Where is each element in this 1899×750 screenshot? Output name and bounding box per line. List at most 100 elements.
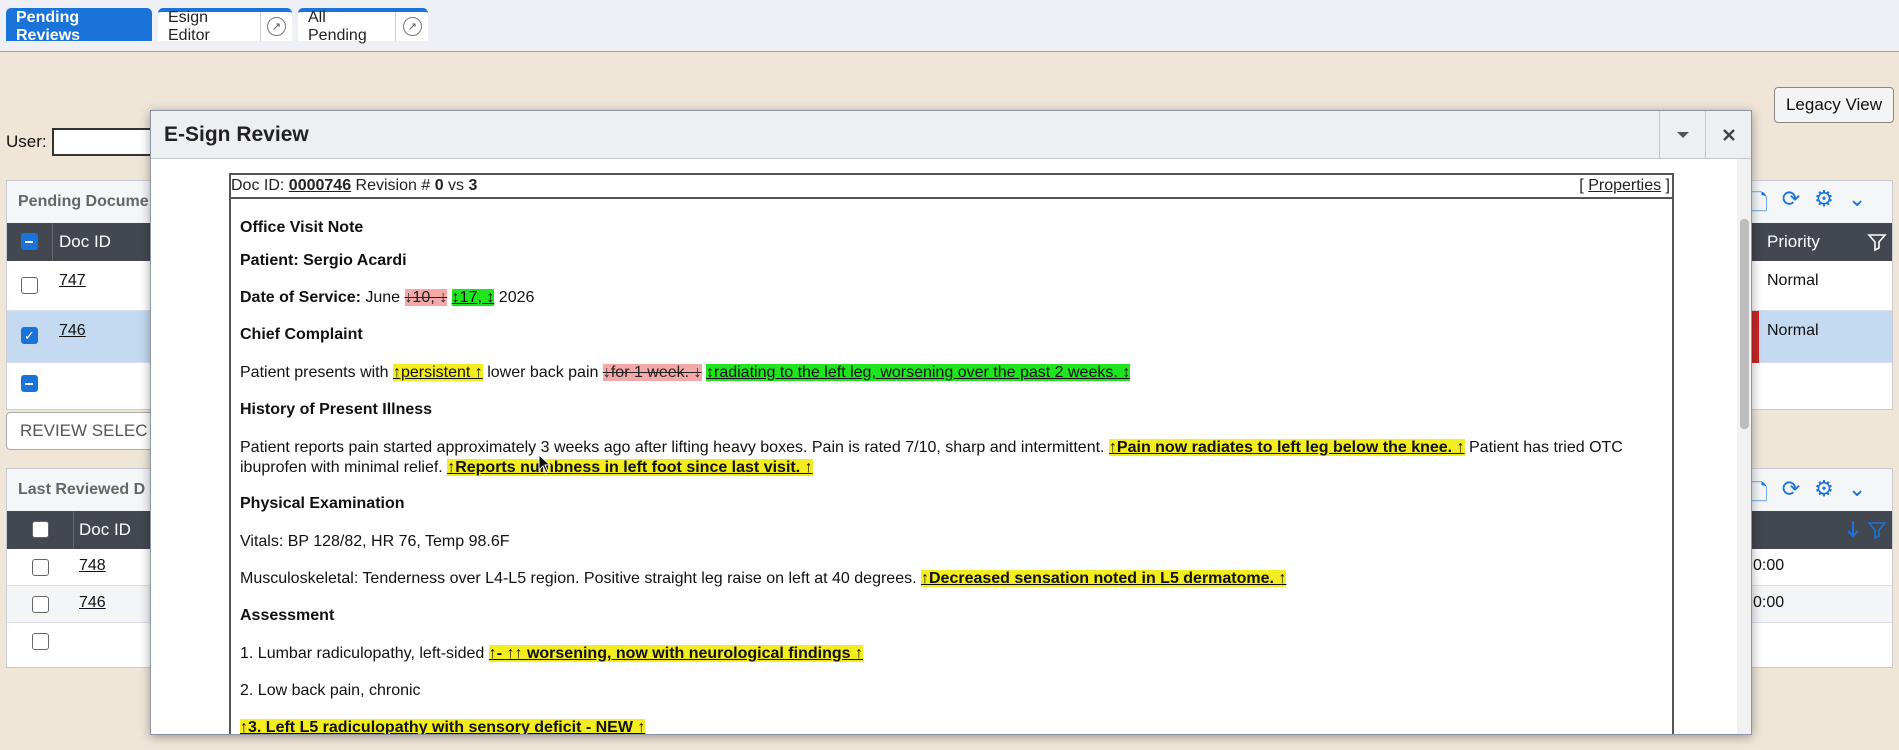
- filter-icon[interactable]: [1867, 232, 1887, 257]
- assessment-item-2: 2. Low back pain, chronic: [240, 682, 421, 699]
- properties-group: [ Properties ]: [1579, 177, 1670, 195]
- tab-label: Esign Editor: [168, 8, 210, 44]
- modified-text: ↑Reports numbness in left foot since las…: [447, 459, 813, 476]
- col-priority[interactable]: Priority: [1767, 232, 1820, 252]
- doc-id-link[interactable]: 748: [79, 557, 106, 575]
- chevron-down-icon[interactable]: ⌄: [1848, 186, 1866, 224]
- note-title: Office Visit Note: [240, 219, 364, 236]
- priority-value: Normal: [1767, 322, 1819, 339]
- doc-id-prefix: Doc ID:: [231, 177, 289, 194]
- collapse-button[interactable]: [1659, 111, 1705, 159]
- vs-label: vs: [443, 177, 469, 194]
- modified-text: ↑- ↑: [488, 645, 515, 662]
- close-icon: [1722, 129, 1735, 141]
- user-label: User:: [6, 132, 47, 151]
- modal-header: E-Sign Review: [151, 111, 1751, 159]
- doc-id-value: 0000746: [288, 177, 352, 194]
- footer-checkbox[interactable]: [21, 375, 38, 392]
- mouse-cursor-icon: [538, 454, 552, 474]
- legacy-view-button[interactable]: Legacy View: [1774, 87, 1894, 123]
- text: Patient presents with: [240, 364, 393, 381]
- modified-text: ↑3. Left L5 radiculopathy with sensory d…: [240, 719, 646, 734]
- footer-checkbox[interactable]: [32, 633, 49, 650]
- doc-id-link[interactable]: 747: [59, 272, 86, 290]
- section-heading: Physical Examination: [240, 495, 405, 512]
- section-heading: Assessment: [240, 607, 335, 624]
- text: lower back pain: [482, 364, 603, 381]
- modal-title: E-Sign Review: [164, 122, 309, 146]
- properties-link[interactable]: Properties: [1588, 177, 1661, 194]
- dos-text: June: [360, 289, 405, 306]
- refresh-icon[interactable]: ⟳: [1782, 186, 1800, 224]
- popout-button[interactable]: ↗: [259, 12, 292, 41]
- time-value: 0:00: [1753, 557, 1785, 574]
- popout-icon: ↗: [402, 17, 422, 36]
- chief-complaint-text: Patient presents with ↑persistent ↑ lowe…: [240, 364, 1131, 382]
- modified-text: ↑persistent ↑: [392, 364, 483, 381]
- vitals-text: Vitals: BP 128/82, HR 76, Temp 98.6F: [240, 533, 510, 550]
- text: Musculoskeletal: Tenderness over L4-L5 r…: [240, 570, 921, 587]
- reviewed-toolbar: 🗋 ⟳ ⚙ ⌄: [1750, 476, 1866, 514]
- select-all-checkbox[interactable]: [21, 233, 38, 250]
- section-heading: Chief Complaint: [240, 326, 363, 343]
- refresh-icon[interactable]: ⟳: [1782, 476, 1800, 514]
- doc-id-link[interactable]: 746: [79, 594, 106, 612]
- doc-id-link[interactable]: 746: [59, 322, 86, 340]
- scrollbar[interactable]: [1737, 159, 1751, 734]
- review-selected-button[interactable]: REVIEW SELEC: [6, 412, 156, 450]
- deleted-text: ↓10, ↓: [404, 289, 448, 306]
- patient-name: Patient: Sergio Acardi: [240, 252, 407, 269]
- time-value: 0:00: [1753, 594, 1785, 611]
- hpi-text: Patient reports pain started approximate…: [240, 438, 1665, 478]
- popout-button[interactable]: ↗: [395, 12, 428, 41]
- revision-a: 0: [434, 177, 444, 194]
- inserted-text: ↕17, ↕: [451, 289, 495, 306]
- modified-text: ↑ worsening, now with neurological findi…: [514, 645, 863, 662]
- select-all-checkbox[interactable]: [32, 521, 49, 538]
- doc-header: Doc ID: 0000746 Revision # 0 vs 3 [ Prop…: [231, 175, 1672, 199]
- scrollbar-thumb[interactable]: [1740, 219, 1749, 429]
- tab-label: All Pending: [308, 8, 367, 44]
- dos-label: Date of Service:: [240, 289, 361, 306]
- gear-icon[interactable]: ⚙: [1814, 186, 1834, 224]
- inserted-text: ↕radiating to the left leg, worsening ov…: [706, 364, 1131, 381]
- tab-esign-editor[interactable]: Esign Editor ↗: [158, 8, 292, 44]
- priority-value: Normal: [1767, 272, 1819, 289]
- modified-text: ↑Decreased sensation noted in L5 dermato…: [920, 570, 1287, 587]
- date-of-service: Date of Service: June ↓10, ↓ ↕17, ↕ 2026: [240, 289, 534, 307]
- tab-all-pending[interactable]: All Pending ↗: [298, 8, 428, 44]
- filter-icon[interactable]: [1867, 520, 1887, 545]
- tab-bar: Pending Reviews Esign Editor ↗ All Pendi…: [0, 0, 1899, 52]
- export-icon[interactable]: 🗋: [1750, 186, 1768, 224]
- col-doc-id[interactable]: Doc ID: [59, 232, 111, 252]
- tab-pending-reviews[interactable]: Pending Reviews: [6, 8, 152, 44]
- gear-icon[interactable]: ⚙: [1814, 476, 1834, 514]
- row-checkbox[interactable]: [32, 559, 49, 576]
- section-heading: History of Present Illness: [240, 401, 433, 418]
- modal-body: Doc ID: 0000746 Revision # 0 vs 3 [ Prop…: [151, 159, 1751, 734]
- revision-b: 3: [468, 177, 478, 194]
- row-checkbox[interactable]: ✓: [21, 327, 38, 344]
- document-frame: Doc ID: 0000746 Revision # 0 vs 3 [ Prop…: [229, 173, 1674, 734]
- caret-down-icon: [1676, 132, 1689, 138]
- close-button[interactable]: [1705, 111, 1751, 159]
- bracket-open: [: [1579, 177, 1589, 194]
- dos-text: 2026: [494, 289, 535, 306]
- col-doc-id[interactable]: Doc ID: [79, 520, 131, 540]
- chevron-down-icon[interactable]: ⌄: [1848, 476, 1866, 514]
- modified-text: ↑Pain now radiates to left leg below the…: [1108, 439, 1465, 456]
- row-checkbox[interactable]: [32, 596, 49, 613]
- sort-down-icon[interactable]: [1845, 519, 1861, 544]
- deleted-text: ↓for 1 week. ↓: [602, 364, 702, 381]
- tab-label: Pending Reviews: [16, 8, 81, 44]
- text: Patient reports pain started approximate…: [240, 439, 1109, 456]
- row-checkbox[interactable]: [21, 277, 38, 294]
- assessment-item-1: 1. Lumbar radiculopathy, left-sided ↑- ↑…: [240, 645, 863, 663]
- export-icon[interactable]: 🗋: [1750, 476, 1768, 514]
- revision-label: Revision #: [351, 177, 435, 194]
- col-divider: [52, 223, 53, 261]
- user-input[interactable]: [52, 128, 162, 156]
- bracket-close: ]: [1661, 177, 1670, 194]
- col-divider: [73, 511, 74, 549]
- popout-icon: ↗: [266, 17, 286, 36]
